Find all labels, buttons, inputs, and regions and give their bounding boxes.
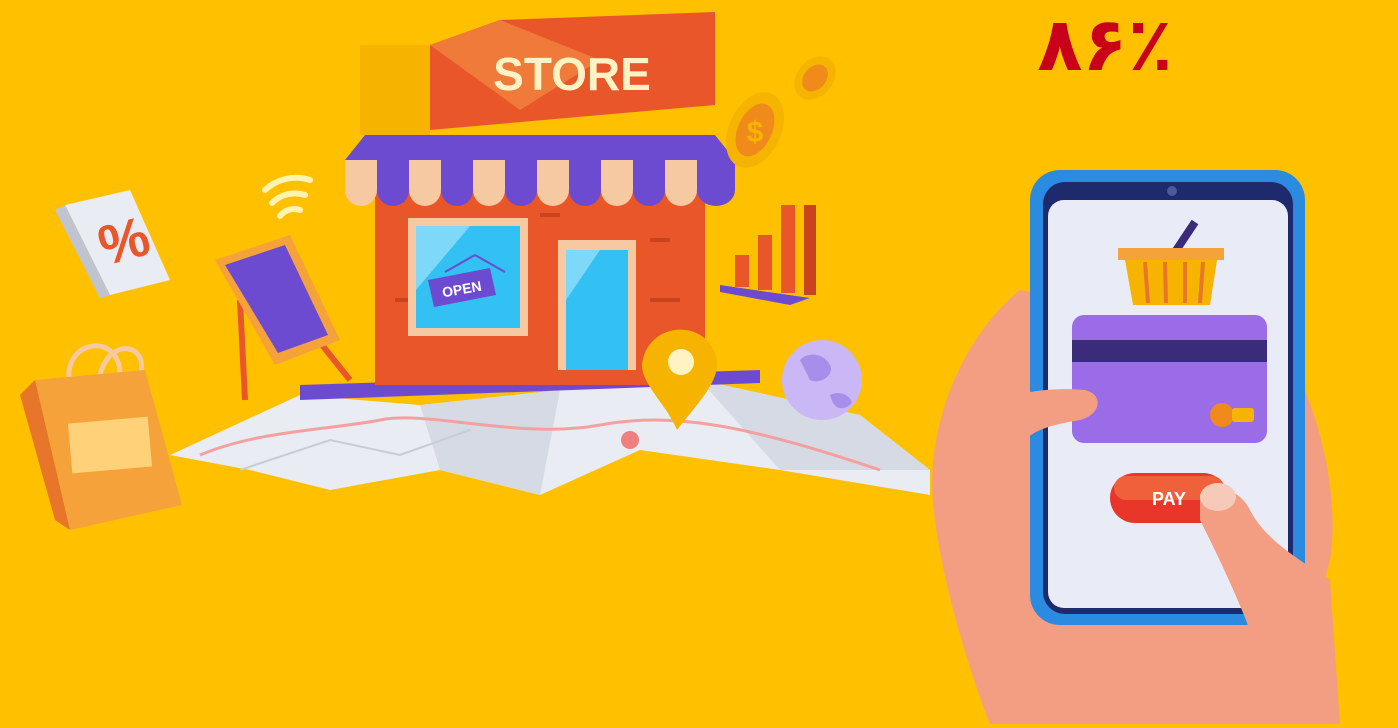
awning — [345, 160, 735, 206]
ecommerce-illustration: OPEN STORE % $ PAY — [20, 12, 1340, 724]
coins-icon: $ — [725, 56, 836, 168]
pay-button-label: PAY — [1152, 489, 1186, 509]
growth-chart-icon — [720, 205, 816, 305]
sandwich-board-icon — [215, 235, 353, 401]
percent-label: ٨۶٪ — [1037, 2, 1173, 88]
illustration: OPEN STORE % $ PAY — [0, 0, 1398, 724]
smartphone-illustration: PAY — [932, 170, 1340, 724]
svg-text:$: $ — [747, 116, 764, 149]
wifi-icon — [262, 174, 313, 219]
discount-card-icon: % — [55, 190, 170, 298]
store-sign-label: STORE — [493, 48, 651, 100]
credit-card-icon — [1072, 315, 1267, 443]
globe-icon — [782, 340, 862, 420]
shopping-bag-icon — [20, 343, 182, 530]
store-sign: STORE — [360, 12, 715, 135]
